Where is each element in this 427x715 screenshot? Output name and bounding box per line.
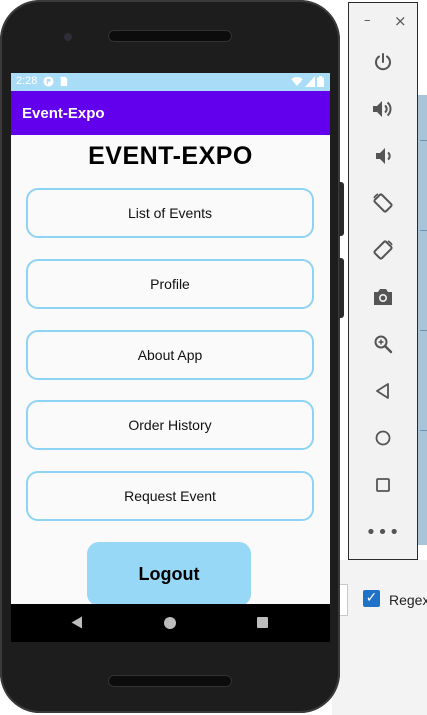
- phone-power-key: [339, 182, 344, 236]
- home-button[interactable]: [370, 425, 396, 451]
- ide-editor-edge: [418, 95, 427, 545]
- list-of-events-button[interactable]: List of Events: [26, 188, 314, 238]
- volume-down-icon: [376, 148, 391, 164]
- top-speaker: [108, 30, 232, 42]
- power-button[interactable]: [370, 49, 396, 75]
- app-bar: Event-Expo: [11, 91, 330, 135]
- rotate-left-button[interactable]: [370, 190, 396, 216]
- regex-checkbox[interactable]: ✓: [363, 590, 380, 607]
- volume-up-icon: [373, 101, 392, 117]
- app-bar-title: Event-Expo: [22, 105, 105, 122]
- ide-editor-line: [420, 230, 427, 231]
- rotate-right-icon: [373, 240, 393, 260]
- profile-button[interactable]: Profile: [26, 259, 314, 309]
- logout-button[interactable]: Logout: [87, 542, 251, 606]
- status-bar: 2:28: [11, 73, 330, 91]
- about-app-button[interactable]: About App: [26, 330, 314, 380]
- bottom-speaker: [108, 675, 232, 687]
- phone-volume-key: [339, 258, 344, 318]
- minimize-icon[interactable]: –: [364, 13, 371, 28]
- request-event-button[interactable]: Request Event: [26, 471, 314, 521]
- zoom-icon: [374, 335, 393, 354]
- back-button[interactable]: [370, 378, 396, 404]
- camera-icon: [374, 289, 392, 305]
- screenshot-root: ✓ Regex 2:28 Event-Expo EVENT-EXPO List …: [0, 0, 427, 715]
- ide-editor-line: [420, 330, 427, 331]
- regex-label: Regex: [389, 592, 427, 608]
- ide-editor-line: [420, 430, 427, 431]
- sd-card-icon: [60, 76, 68, 87]
- nav-recents-icon[interactable]: [257, 617, 268, 628]
- volume-up-button[interactable]: [370, 96, 396, 122]
- volume-down-button[interactable]: [370, 143, 396, 169]
- wifi-icon: [291, 77, 303, 86]
- power-icon: [375, 53, 391, 71]
- nav-home-icon[interactable]: [164, 617, 176, 629]
- status-time: 2:28: [16, 75, 38, 87]
- system-nav-bar: [11, 604, 330, 642]
- page-title: EVENT-EXPO: [88, 142, 253, 170]
- zoom-button[interactable]: [370, 331, 396, 357]
- more-button[interactable]: •••: [366, 519, 400, 545]
- order-history-button[interactable]: Order History: [26, 400, 314, 450]
- signal-icon: [305, 76, 315, 87]
- ide-editor-line: [420, 140, 427, 141]
- battery-icon: [317, 76, 324, 87]
- overview-button[interactable]: [370, 472, 396, 498]
- status-icons: [291, 76, 324, 87]
- back-icon: [376, 383, 389, 399]
- home-icon: [375, 430, 391, 446]
- device-screen: 2:28 Event-Expo EVENT-EXPO List of Event…: [11, 73, 330, 642]
- rotate-left-icon: [373, 193, 393, 213]
- emulator-tool-panel: – × •••: [348, 2, 418, 560]
- rotate-right-button[interactable]: [370, 237, 396, 263]
- phone-frame: 2:28 Event-Expo EVENT-EXPO List of Event…: [0, 0, 340, 713]
- close-icon[interactable]: ×: [394, 12, 407, 30]
- more-dots-icon: •••: [365, 521, 401, 543]
- nav-back-icon[interactable]: [71, 616, 83, 629]
- screenshot-button[interactable]: [370, 284, 396, 310]
- front-camera: [64, 33, 72, 41]
- notification-p-icon: [43, 76, 54, 87]
- overview-icon: [376, 478, 390, 492]
